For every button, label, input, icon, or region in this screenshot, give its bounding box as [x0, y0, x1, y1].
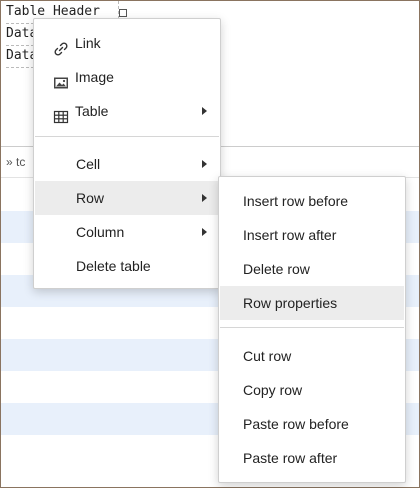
menu-item-label: Copy row: [243, 382, 303, 398]
menu-item-insert-row-after[interactable]: Insert row after: [220, 218, 404, 252]
menu-item-cut-row[interactable]: Cut row: [220, 339, 404, 373]
menu-separator: [35, 136, 219, 137]
menu-item-label: Insert row after: [243, 227, 337, 243]
menu-item-row-properties[interactable]: Row properties: [220, 286, 404, 320]
menu-item-label: Paste row before: [243, 416, 349, 432]
menu-separator: [220, 327, 404, 328]
menu-item-cell[interactable]: Cell: [35, 147, 219, 181]
menu-item-paste-row-before[interactable]: Paste row before: [220, 407, 404, 441]
menu-item-copy-row[interactable]: Copy row: [220, 373, 404, 407]
menu-item-delete-table[interactable]: Delete table: [35, 249, 219, 283]
menu-item-paste-row-after[interactable]: Paste row after: [220, 441, 404, 475]
element-path[interactable]: » tc: [6, 147, 25, 177]
menu-item-label: Insert row before: [243, 193, 349, 209]
row-submenu: Insert row before Insert row after Delet…: [218, 176, 406, 483]
menu-item-row[interactable]: Row: [35, 181, 219, 215]
menu-item-label: Delete row: [243, 261, 310, 277]
menu-item-image[interactable]: Image: [35, 60, 219, 94]
menu-item-table[interactable]: Table: [35, 94, 219, 128]
menu-item-label: Image: [75, 69, 114, 85]
chevron-right-icon: [202, 194, 207, 202]
table-icon: [53, 103, 69, 124]
menu-item-label: Row properties: [243, 295, 338, 311]
menu-item-label: Paste row after: [243, 450, 338, 466]
menu-item-label: Cell: [76, 156, 101, 172]
menu-item-label: Cut row: [243, 348, 292, 364]
menu-item-column[interactable]: Column: [35, 215, 219, 249]
context-menu: Link Image Table Cell Row Column Delete …: [33, 18, 221, 289]
menu-item-label: Row: [76, 190, 105, 206]
table-resize-handle[interactable]: [119, 9, 127, 17]
chevron-right-icon: [202, 107, 207, 115]
image-icon: [53, 69, 69, 89]
menu-item-delete-row[interactable]: Delete row: [220, 252, 404, 286]
menu-item-label: Delete table: [76, 258, 151, 274]
link-icon: [53, 35, 69, 56]
chevron-right-icon: [202, 160, 207, 168]
menu-item-label: Column: [76, 224, 125, 240]
menu-item-label: Table: [75, 103, 109, 119]
menu-item-link[interactable]: Link: [35, 26, 219, 60]
menu-item-label: Link: [75, 35, 101, 51]
chevron-right-icon: [202, 228, 207, 236]
menu-item-insert-row-before[interactable]: Insert row before: [220, 184, 404, 218]
